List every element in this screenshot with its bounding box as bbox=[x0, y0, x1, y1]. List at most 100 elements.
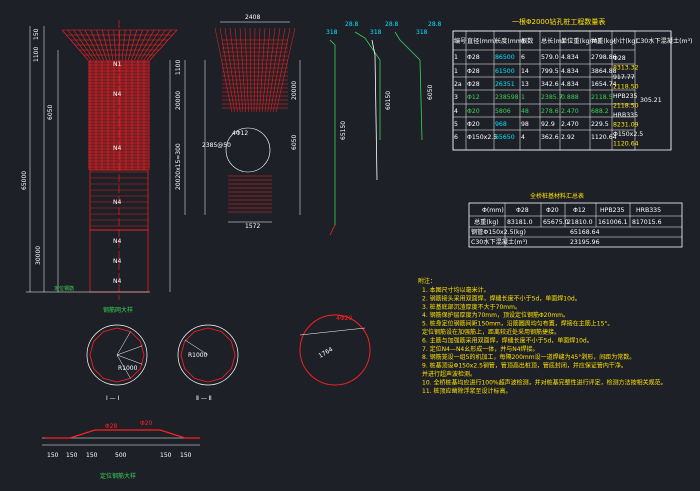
detail-title: 定位钢筋大样 bbox=[100, 472, 136, 480]
sum-r3-value: 23195.96 bbox=[570, 239, 600, 246]
subtotal-1: 8313.32 bbox=[613, 65, 639, 72]
table-cell-5-3: 98 bbox=[521, 121, 529, 128]
note-10: 并进行超声波检测。 bbox=[422, 370, 476, 378]
sec1-title: 钢筋网大样 bbox=[103, 306, 133, 314]
subtotal-6: HRB335 bbox=[613, 112, 638, 119]
note-1: 2. 钢筋接头采用双面焊，焊缝长度不小于5d，单面焊10d。 bbox=[422, 294, 581, 302]
table-cell-3-2: 238598 bbox=[495, 94, 519, 101]
subtotal-4: HPB235 bbox=[613, 93, 638, 100]
table-cell-0-0: 1 bbox=[454, 54, 458, 61]
elev-dim-1100: 1100 bbox=[33, 47, 40, 62]
sum-h0: Φ(mm) bbox=[482, 207, 504, 214]
ring-tag: 4Φ12 bbox=[232, 130, 248, 137]
detail-tag2: Φ20 bbox=[140, 420, 153, 427]
elev-dim-mid-20000: 20000 bbox=[175, 91, 182, 110]
subtotal-9: 1120.64 bbox=[613, 141, 639, 148]
note-5: 定位钢筋设在加强筋上，距离较近处采用钢筋捷接。 bbox=[422, 328, 560, 336]
table-cell-3-5: 0.888 bbox=[561, 94, 579, 101]
subtotal-3: 2118.50 bbox=[613, 84, 639, 91]
table-cell-6-1: Φ150x2.5 bbox=[467, 134, 497, 141]
subtotal-8: Φ150x2.5 bbox=[613, 131, 643, 138]
sum-h4: HPB235 bbox=[600, 207, 625, 214]
note-11: 10. 全桥桩基均应进行100%超声波检测，并对桩基完整性进行评定，检测方法按相… bbox=[422, 378, 667, 386]
ring-dim: 1764 bbox=[318, 346, 335, 360]
subtotal-0: Φ28 bbox=[613, 55, 626, 62]
table-header-2: 长度(mm) bbox=[495, 37, 524, 45]
table-cell-4-2: 5806 bbox=[495, 108, 511, 115]
note-2: 3. 桩基底部沉渣厚度不大于70mm。 bbox=[422, 303, 521, 311]
table-cell-4-1: Φ20 bbox=[467, 108, 480, 115]
elev-dim-6050: 6050 bbox=[47, 105, 54, 120]
table-cell-4-3: 48 bbox=[521, 108, 529, 115]
rebar-tag-3: 318 bbox=[370, 29, 382, 36]
rebar-len-1: 65150 bbox=[340, 121, 347, 140]
section-1: 钢筋网大样 R1000 Ⅰ — Ⅰ bbox=[86, 306, 148, 402]
sec1-r: R1000 bbox=[118, 365, 138, 372]
table-cell-3-3: 1 bbox=[521, 94, 525, 101]
table-cell-0-5: 4.834 bbox=[561, 54, 579, 61]
quantity-table: 一根Φ2000钻孔桩工程数量表 编号 直径(mm)长度(mm)根数 总长(m)单位重… bbox=[452, 17, 692, 151]
table-cell-6-2: 65650 bbox=[495, 134, 515, 141]
table-cell-1-3: 14 bbox=[521, 68, 529, 75]
table-header-0: 编号 bbox=[454, 37, 466, 45]
table-cell-6-3: 4 bbox=[521, 134, 525, 141]
note-4: 5. 桩身定位钢筋间距150mm，沿筋圆周均匀布置，焊接在主筋上15°。 bbox=[422, 320, 613, 328]
bottom-width-dim: 1572 bbox=[245, 223, 260, 230]
table-cell-3-1: Φ12 bbox=[467, 94, 480, 101]
sum-r2-label: 钢管Φ150x2.5(kg) bbox=[471, 228, 526, 236]
summary-table-title: 全桥桩基材料汇总表 bbox=[530, 192, 584, 200]
sec2-label: Ⅱ — Ⅱ bbox=[196, 395, 212, 402]
bar-label-n4-f: N4 bbox=[113, 278, 121, 285]
sum-h2: Φ20 bbox=[546, 207, 559, 214]
table-header-6: 共重(kg) bbox=[591, 37, 616, 45]
rebar-len-2: 60150 bbox=[385, 91, 392, 110]
sum-r1-c1: 83181.0 bbox=[507, 219, 533, 226]
note-6: 6. 主筋与加强筋采用双面焊，焊缝长度不小于5d，单面焊10d。 bbox=[422, 336, 593, 344]
concrete-value: 305.21 bbox=[640, 97, 662, 104]
sum-h5: HRB335 bbox=[636, 207, 661, 214]
elev-dim-mid-300: 20020x15=300 bbox=[175, 143, 182, 190]
sum-h3: Φ12 bbox=[573, 207, 586, 214]
ring-section-tag: 4Φ20 bbox=[336, 315, 352, 322]
sum-r2-value: 65168.64 bbox=[570, 229, 600, 236]
bar-label-n4-b: N4 bbox=[113, 145, 121, 152]
table-cell-2-0: 2a bbox=[454, 81, 462, 88]
sum-r1-label: 总重(kg) bbox=[474, 218, 499, 226]
table-cell-4-6: 688.2 bbox=[591, 108, 609, 115]
table-cell-2-5: 4.834 bbox=[561, 81, 579, 88]
elevation-label: 定位钢筋 bbox=[54, 285, 74, 292]
table-cell-0-3: 6 bbox=[521, 54, 525, 61]
subtotal-5: 2118.50 bbox=[613, 103, 639, 110]
table-cell-6-5: 2.92 bbox=[561, 134, 575, 141]
table-cell-1-1: Φ28 bbox=[467, 68, 480, 75]
table-cell-2-3: 13 bbox=[521, 81, 529, 88]
rebar-tag-6: 28.8 bbox=[428, 21, 442, 28]
side-dim-20000: 20000 bbox=[291, 81, 298, 100]
table-cell-6-4: 362.6 bbox=[541, 134, 559, 141]
elev-dim-150: 150 bbox=[33, 28, 40, 40]
side-dim-6050: 6050 bbox=[291, 135, 298, 150]
top-width-dim: 2408 bbox=[245, 14, 260, 21]
detail-d0: 150 bbox=[47, 452, 59, 459]
elev-dim-mid-1100: 1100 bbox=[175, 60, 182, 75]
notes-block: 附注： 1. 本图尺寸均以毫米计。2. 钢筋接头采用双面焊，焊缝长度不小于5d，… bbox=[418, 277, 667, 395]
sum-r3-label: C30水下混凝土(m³) bbox=[471, 238, 527, 246]
bar-label-n4-e: N4 bbox=[113, 258, 121, 265]
sum-r1-c5: 817015.6 bbox=[632, 219, 662, 226]
note-0: 1. 本图尺寸均以毫米计。 bbox=[422, 286, 490, 294]
detail-d1: 150 bbox=[66, 452, 78, 459]
pile-reinforcement-drawing: 150 1100 6050 65000 30000 1100 20000 200… bbox=[21, 14, 692, 480]
section-2: R1000 Ⅱ — Ⅱ bbox=[177, 324, 239, 402]
table-header-8: C30水下混凝土(m³) bbox=[636, 37, 692, 45]
sum-h1: Φ28 bbox=[516, 207, 529, 214]
detail-tag1: Φ28 bbox=[105, 423, 118, 430]
table-cell-1-0: 1 bbox=[454, 68, 458, 75]
sum-r1-c4: 161006.1 bbox=[598, 219, 628, 226]
ring-sub: 2385@50 bbox=[202, 142, 231, 149]
notes-title: 附注： bbox=[418, 277, 436, 285]
table-cell-5-6: 229.5 bbox=[591, 121, 609, 128]
table-cell-3-4: 2385.7 bbox=[541, 94, 563, 101]
rebar-tag-2: 28.8 bbox=[345, 21, 359, 28]
rebar-len-3: 6050 bbox=[427, 85, 434, 100]
detail-d2: 150 bbox=[86, 452, 98, 459]
